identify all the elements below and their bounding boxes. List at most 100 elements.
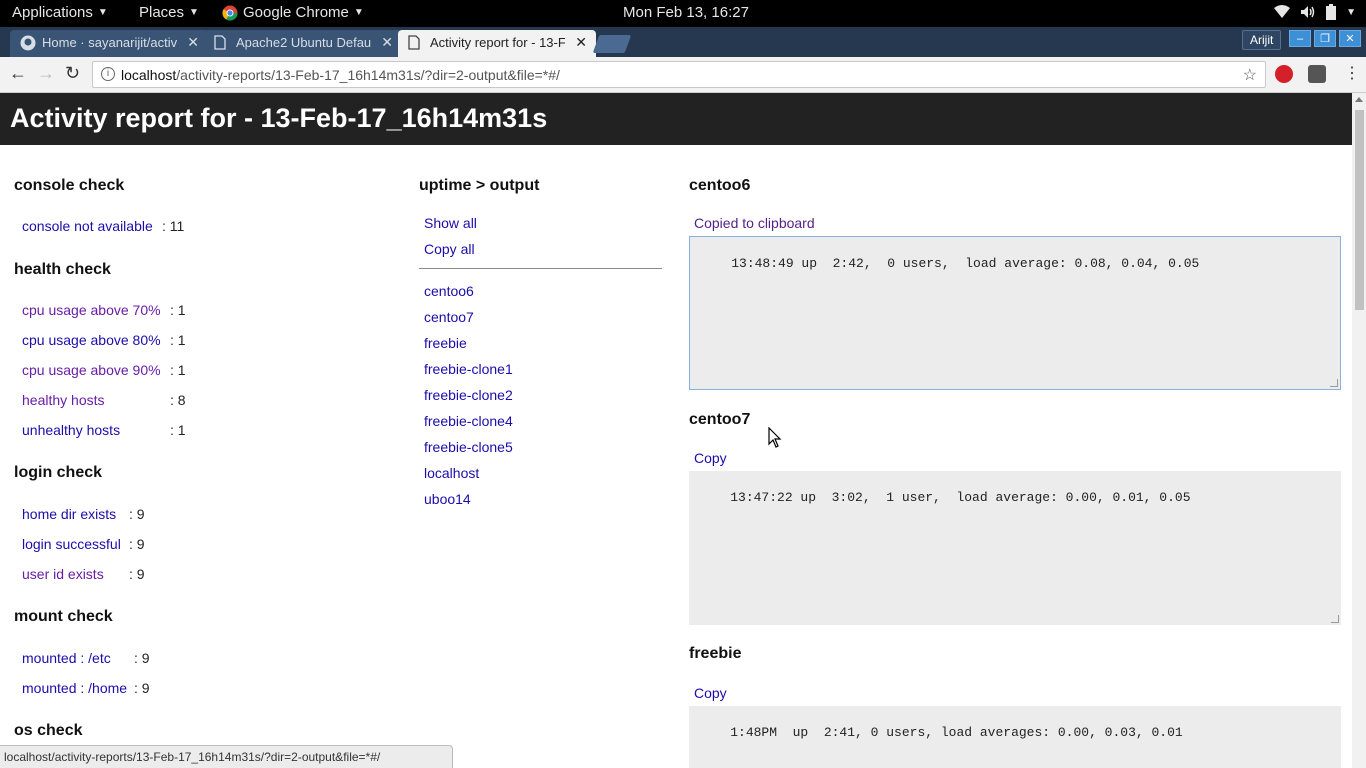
system-top-bar: Applications ▼ Places ▼ Google Chrome ▼ … — [0, 0, 1366, 27]
profile-button[interactable]: Arijit — [1242, 30, 1282, 50]
list-item: home dir exists : 9 — [22, 506, 145, 522]
host-link-freebie-clone2[interactable]: freebie-clone2 — [424, 387, 513, 403]
os-check-heading: os check — [14, 722, 83, 739]
host-link-freebie-clone1[interactable]: freebie-clone1 — [424, 361, 513, 377]
new-tab-button[interactable] — [592, 35, 632, 53]
count: : 8 — [170, 392, 186, 408]
divider — [419, 268, 662, 269]
copy-button-freebie[interactable]: Copy — [694, 685, 727, 701]
battery-icon — [1326, 4, 1337, 20]
list-item: user id exists : 9 — [22, 566, 145, 582]
bookmark-star-icon[interactable]: ☆ — [1243, 65, 1257, 85]
extension-opera-icon[interactable] — [1275, 65, 1293, 83]
mounted-home-link[interactable]: mounted : /home — [22, 680, 127, 696]
host-link-freebie-clone4[interactable]: freebie-clone4 — [424, 413, 513, 429]
count: : 9 — [129, 566, 145, 582]
health-check-heading: health check — [14, 261, 111, 278]
host-link-localhost[interactable]: localhost — [424, 465, 479, 481]
host-link-uboo14[interactable]: uboo14 — [424, 491, 471, 507]
copy-all-link[interactable]: Copy all — [424, 241, 475, 257]
tab-title: Home · sayanarijit/activ — [42, 35, 177, 50]
host-link-centoo7[interactable]: centoo7 — [424, 309, 474, 325]
mounted-etc-link[interactable]: mounted : /etc — [22, 650, 111, 666]
close-icon[interactable]: ✕ — [187, 34, 199, 51]
count: : 11 — [162, 218, 185, 234]
unhealthy-hosts-link[interactable]: unhealthy hosts — [22, 422, 120, 438]
output-text: 13:48:49 up 2:42, 0 users, load average:… — [731, 256, 1200, 271]
url-host: localhost — [121, 67, 177, 83]
tab-strip: Home · sayanarijit/activ ✕ Apache2 Ubunt… — [0, 27, 1366, 57]
count: : 1 — [170, 362, 186, 378]
list-item: console not available : 11 — [22, 218, 184, 234]
output-textarea-freebie[interactable]: 1:48PM up 2:41, 0 users, load averages: … — [689, 706, 1341, 768]
home-dir-exists-link[interactable]: home dir exists — [22, 506, 116, 522]
github-icon — [20, 35, 36, 51]
output-title-centoo6: centoo6 — [689, 177, 751, 194]
chevron-down-icon: ▼ — [189, 7, 199, 18]
cpu-above-80-link[interactable]: cpu usage above 80% — [22, 332, 161, 348]
page-scrollbar[interactable] — [1352, 93, 1366, 768]
list-item: cpu usage above 80% : 1 — [22, 332, 186, 348]
close-icon[interactable]: ✕ — [381, 34, 393, 51]
tab-apache[interactable]: Apache2 Ubuntu Defau ✕ — [204, 30, 402, 57]
list-item: mounted : /home : 9 — [22, 680, 150, 696]
cpu-above-90-link[interactable]: cpu usage above 90% — [22, 362, 161, 378]
host-link-freebie-clone5[interactable]: freebie-clone5 — [424, 439, 513, 455]
scroll-up-icon[interactable] — [1355, 97, 1363, 102]
clock[interactable]: Mon Feb 13, 16:27 — [623, 4, 749, 21]
menu-dots-icon[interactable]: ⋮ — [1344, 63, 1360, 83]
copy-button-centoo6[interactable]: Copied to clipboard — [694, 215, 815, 231]
back-arrow-icon[interactable]: ← — [9, 63, 27, 84]
wifi-icon — [1274, 5, 1291, 18]
chrome-icon — [222, 5, 238, 21]
mount-check-heading: mount check — [14, 608, 113, 625]
extension-ghost-icon[interactable] — [1308, 65, 1326, 83]
resize-handle-icon[interactable] — [1331, 615, 1339, 623]
cpu-above-70-link[interactable]: cpu usage above 70% — [22, 302, 161, 318]
console-not-available-link[interactable]: console not available — [22, 218, 153, 234]
output-textarea-centoo7[interactable]: 13:47:22 up 3:02, 1 user, load average: … — [689, 471, 1341, 625]
host-link-freebie[interactable]: freebie — [424, 335, 467, 351]
chevron-down-icon: ▼ — [353, 7, 364, 18]
list-item: unhealthy hosts : 1 — [22, 422, 186, 438]
healthy-hosts-link[interactable]: healthy hosts — [22, 392, 105, 408]
minimize-icon[interactable]: – — [1289, 30, 1311, 47]
login-successful-link[interactable]: login successful — [22, 536, 121, 552]
copy-button-centoo7[interactable]: Copy — [694, 450, 727, 466]
login-check-heading: login check — [14, 464, 103, 481]
reload-icon[interactable]: ↻ — [65, 63, 80, 84]
page-icon — [214, 35, 226, 50]
forward-arrow-icon[interactable]: → — [37, 63, 55, 84]
list-item: login successful : 9 — [22, 536, 145, 552]
tab-github[interactable]: Home · sayanarijit/activ ✕ — [10, 30, 208, 57]
count: : 1 — [170, 332, 186, 348]
count: : 9 — [129, 506, 145, 522]
resize-handle-icon[interactable] — [1330, 379, 1338, 387]
close-window-icon[interactable]: ✕ — [1339, 30, 1361, 47]
tab-activity-report[interactable]: Activity report for - 13-F ✕ — [398, 30, 596, 57]
close-icon[interactable]: ✕ — [575, 34, 587, 51]
console-check-heading: console check — [14, 177, 125, 194]
app-menu[interactable]: Google Chrome ▼ — [222, 4, 364, 21]
info-icon[interactable]: i — [101, 67, 115, 81]
address-bar[interactable]: i localhost/activity-reports/13-Feb-17_1… — [92, 61, 1266, 88]
user-id-exists-link[interactable]: user id exists — [22, 566, 104, 582]
browser-toolbar: ← → ↻ i localhost/activity-reports/13-Fe… — [0, 57, 1366, 93]
host-link-centoo6[interactable]: centoo6 — [424, 283, 474, 299]
applications-menu[interactable]: Applications ▼ — [12, 4, 108, 21]
output-textarea-centoo6[interactable]: 13:48:49 up 2:42, 0 users, load average:… — [689, 236, 1341, 390]
system-tray[interactable]: ▼ — [1274, 4, 1356, 20]
url-path: /activity-reports/13-Feb-17_16h14m31s/?d… — [176, 67, 560, 83]
list-item: cpu usage above 90% : 1 — [22, 362, 186, 378]
uptime-output-heading: uptime > output — [419, 177, 540, 194]
places-menu[interactable]: Places ▼ — [139, 4, 199, 21]
mouse-pointer-icon — [768, 427, 782, 448]
restore-icon[interactable]: ❐ — [1314, 30, 1336, 47]
output-text: 13:47:22 up 3:02, 1 user, load average: … — [730, 490, 1191, 505]
page-icon — [408, 35, 420, 50]
show-all-link[interactable]: Show all — [424, 215, 477, 231]
count: : 9 — [134, 650, 150, 666]
tab-title: Apache2 Ubuntu Defau — [236, 35, 371, 50]
scrollbar-thumb[interactable] — [1355, 110, 1364, 310]
page-title: Activity report for - 13-Feb-17_16h14m31… — [0, 93, 1352, 145]
